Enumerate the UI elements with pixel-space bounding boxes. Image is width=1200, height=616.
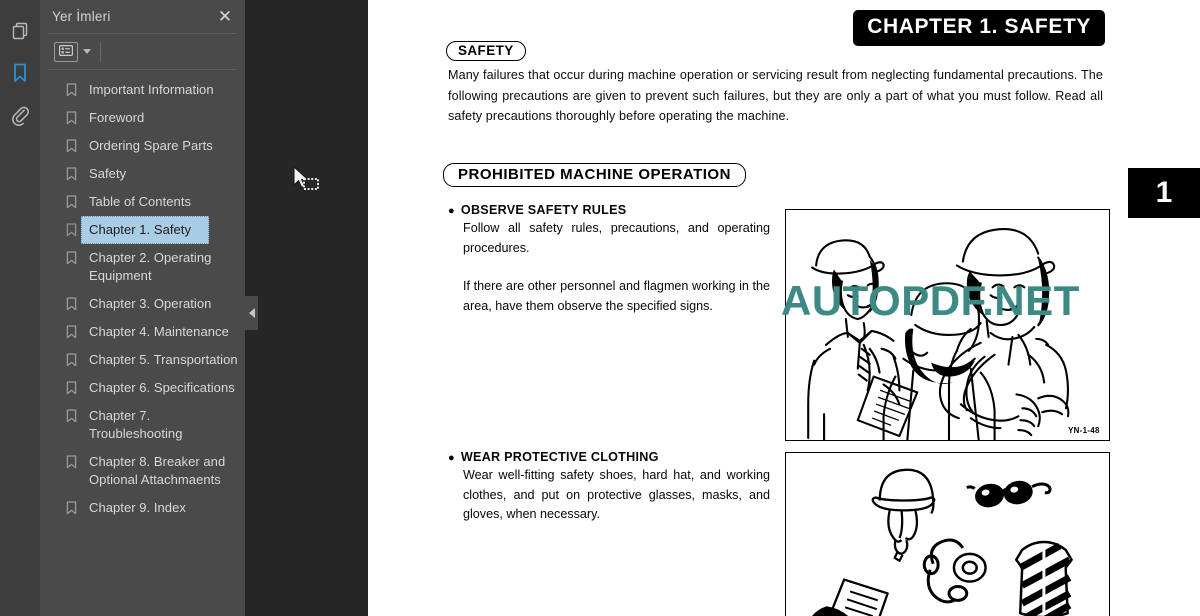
bookmark-item[interactable]: Safety	[40, 160, 245, 188]
safety-heading-label: SAFETY	[446, 41, 526, 61]
bookmark-item-label: Chapter 4. Maintenance	[89, 324, 229, 339]
bookmark-item-label: Chapter 3. Operation	[89, 296, 212, 311]
bookmark-icon	[66, 251, 81, 270]
bookmarks-list: Important Information Foreword Ordering Sp…	[40, 70, 245, 522]
bookmark-item-label: Chapter 7. Troubleshooting	[89, 408, 183, 441]
bookmark-options-button[interactable]	[54, 41, 78, 62]
section-observe-safety-rules: ● OBSERVE SAFETY RULES Follow all safety…	[448, 203, 770, 316]
bookmark-item-label: Foreword	[89, 110, 145, 125]
chevron-left-icon	[248, 308, 255, 318]
bookmark-item-label: Chapter 9. Index	[89, 500, 186, 515]
section-paragraph: If there are other personnel and flagmen…	[463, 279, 770, 313]
bookmark-item[interactable]: Ordering Spare Parts	[40, 132, 245, 160]
bookmark-item[interactable]: Chapter 2. Operating Equipment	[40, 244, 245, 290]
page-number-tab: 1	[1128, 168, 1200, 218]
protective-equipment-illustration	[812, 468, 1073, 616]
bookmark-item-label: Table of Contents	[89, 194, 192, 209]
bookmark-item-label: Chapter 6. Specifications	[89, 380, 235, 395]
bookmark-icon	[66, 223, 81, 242]
bookmark-item[interactable]: Table of Contents	[40, 188, 245, 216]
pdf-reader-window: Yer İmleri ✕ Important Information Forew…	[0, 0, 1200, 616]
bookmark-item-label: Important Information	[89, 82, 214, 97]
page-thumbnails-button[interactable]	[0, 10, 40, 52]
section-heading: ● OBSERVE SAFETY RULES	[448, 203, 770, 217]
three-workers-hard-hats-illustration: YN-1-48	[807, 228, 1100, 440]
bookmark-icon	[66, 501, 81, 520]
bookmark-icon	[66, 111, 81, 130]
section-paragraph: Wear well-fitting safety shoes, hard hat…	[463, 468, 770, 521]
page-thumbnails-icon	[10, 21, 30, 41]
bookmark-item-label: Chapter 1. Safety	[81, 216, 210, 244]
section-paragraph: Follow all safety rules, precautions, an…	[463, 221, 770, 255]
bookmark-icon	[66, 455, 81, 474]
chapter-banner: CHAPTER 1. SAFETY	[853, 10, 1105, 46]
bullet-icon: ●	[448, 205, 455, 217]
section-wear-protective-clothing: ● WEAR PROTECTIVE CLOTHING Wear well-fit…	[448, 450, 770, 525]
bookmarks-panel: Yer İmleri ✕ Important Information Forew…	[40, 0, 245, 616]
panel-collapse-handle[interactable]	[245, 296, 258, 330]
bookmark-item[interactable]: Chapter 7. Troubleshooting	[40, 402, 245, 448]
bookmark-icon	[66, 325, 81, 344]
figure-label: YN-1-48	[1068, 426, 1100, 435]
bookmark-icon	[66, 167, 81, 186]
safety-heading: SAFETY	[446, 41, 526, 61]
bookmark-item[interactable]: Chapter 3. Operation	[40, 290, 245, 318]
bookmark-item-label: Safety	[89, 166, 127, 181]
prohibited-heading: PROHIBITED MACHINE OPERATION	[443, 163, 746, 187]
section-heading-label: WEAR PROTECTIVE CLOTHING	[460, 450, 659, 464]
bookmarks-panel-title: Yer İmleri	[52, 9, 111, 24]
list-options-icon	[59, 43, 74, 61]
bookmark-item[interactable]: Chapter 5. Transportation	[40, 346, 245, 374]
bookmark-item[interactable]: Chapter 8. Breaker and Optional Attachma…	[40, 448, 245, 494]
bookmark-icon	[66, 139, 81, 158]
bookmark-item[interactable]: Important Information	[40, 76, 245, 104]
intro-paragraph: Many failures that occur during machine …	[448, 68, 1103, 123]
bookmark-item-label: Chapter 8. Breaker and Optional Attachma…	[89, 454, 226, 487]
bookmark-icon	[66, 195, 81, 214]
bookmarks-panel-header: Yer İmleri ✕	[40, 0, 245, 33]
bullet-icon: ●	[448, 452, 455, 464]
section-heading-label: OBSERVE SAFETY RULES	[460, 203, 627, 217]
attachments-button[interactable]	[0, 94, 40, 136]
bookmark-item[interactable]: Chapter 1. Safety	[40, 216, 245, 244]
navigation-icon-rail	[0, 0, 40, 616]
bookmark-icon	[66, 409, 81, 428]
bookmark-item[interactable]: Chapter 6. Specifications	[40, 374, 245, 402]
paperclip-icon	[10, 104, 30, 126]
bookmark-item-label: Chapter 2. Operating Equipment	[89, 250, 212, 283]
prohibited-heading-label: PROHIBITED MACHINE OPERATION	[443, 163, 746, 187]
bookmark-item[interactable]: Foreword	[40, 104, 245, 132]
figure-protective-equipment	[785, 452, 1110, 616]
figure-workers-hard-hats: YN-1-48	[785, 209, 1110, 441]
close-icon[interactable]: ✕	[215, 7, 235, 27]
bookmark-item-label: Chapter 5. Transportation	[89, 352, 238, 367]
section-heading: ● WEAR PROTECTIVE CLOTHING	[448, 450, 770, 464]
document-page: CHAPTER 1. SAFETY 1 SAFETY Many failures…	[368, 0, 1200, 616]
bookmark-icon	[66, 83, 81, 102]
chevron-down-icon[interactable]	[83, 49, 91, 54]
bookmark-item[interactable]: Chapter 9. Index	[40, 494, 245, 522]
bookmarks-icon	[10, 62, 30, 84]
bookmark-icon	[66, 297, 81, 316]
bookmarks-toolbar	[40, 34, 245, 69]
bookmark-icon	[66, 381, 81, 400]
bookmark-item[interactable]: Chapter 4. Maintenance	[40, 318, 245, 346]
bookmark-item-label: Ordering Spare Parts	[89, 138, 213, 153]
bookmarks-button[interactable]	[0, 52, 40, 94]
bookmark-icon	[66, 353, 81, 372]
toolbar-separator	[100, 41, 101, 62]
